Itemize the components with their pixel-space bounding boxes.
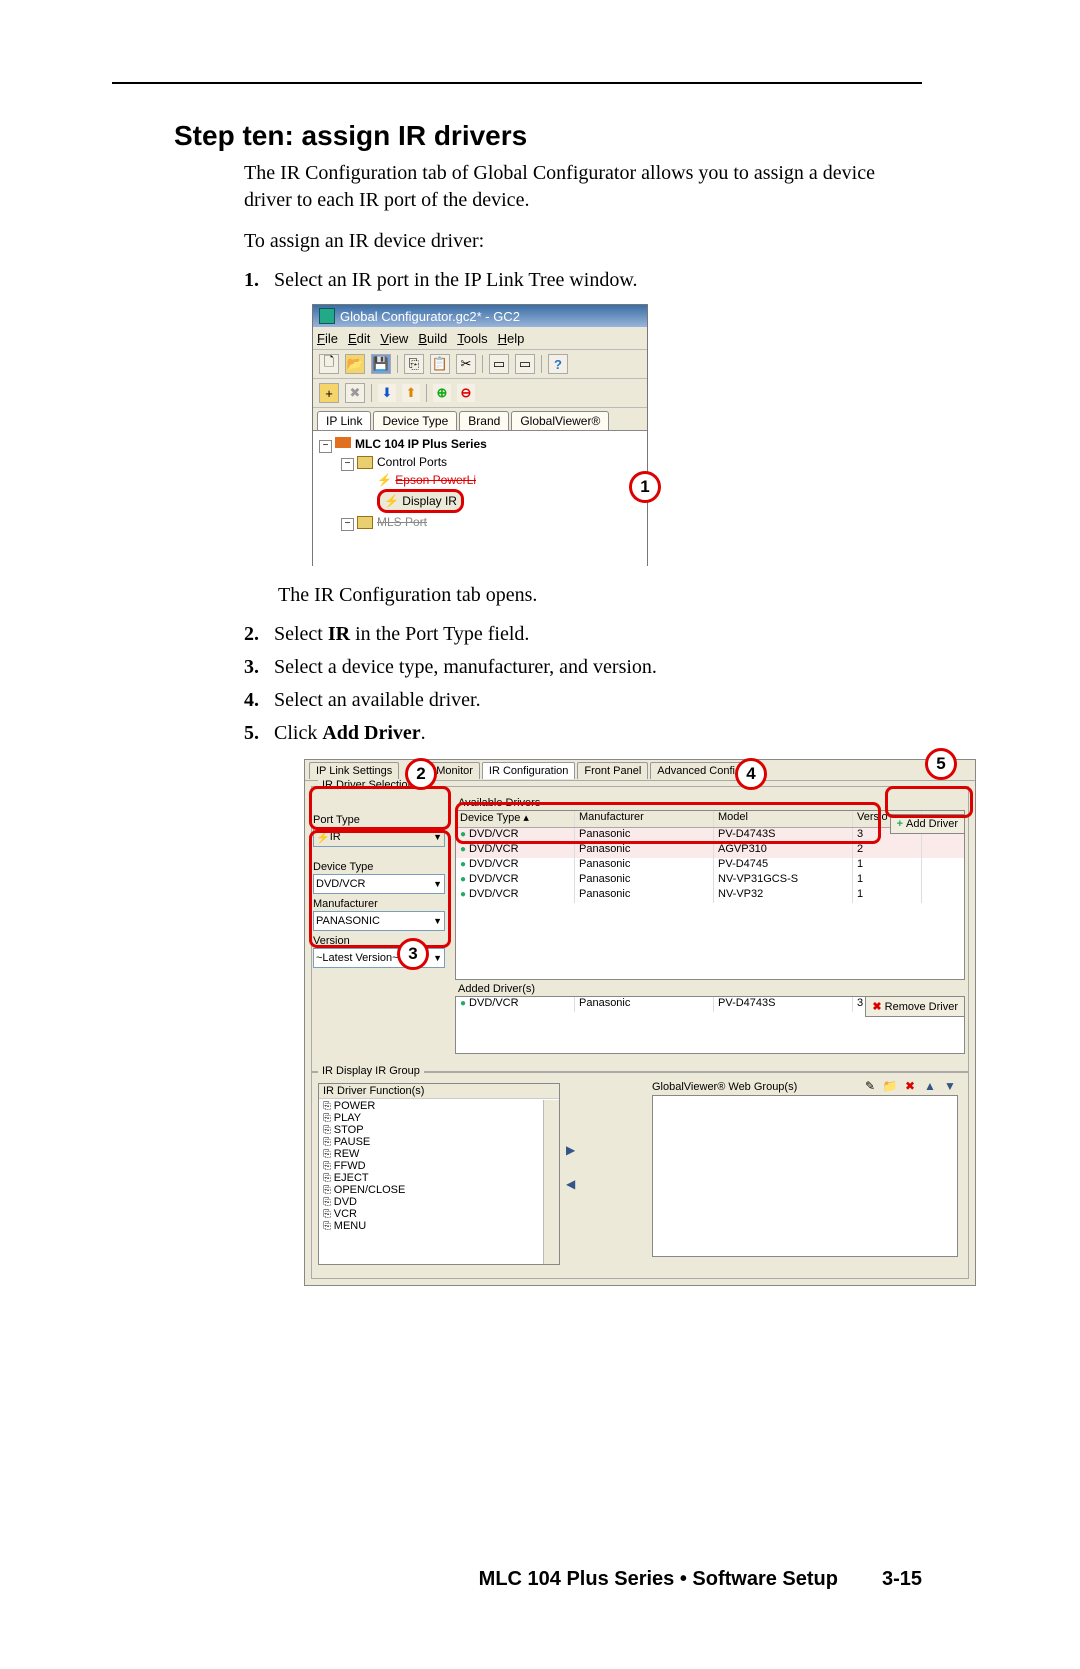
menu-file[interactable]: File (317, 331, 338, 346)
added-drivers-label: Added Driver(s) (456, 983, 537, 995)
driver-row[interactable]: ●DVD/VCRPanasonicNV-VP31GCS-S1 (456, 873, 964, 888)
menubar[interactable]: File Edit View Build Tools Help (313, 327, 647, 350)
lead-text: To assign an IR device driver: (244, 228, 909, 255)
tab-globalviewer[interactable]: GlobalViewer® (511, 411, 609, 430)
menu-edit[interactable]: Edit (348, 331, 370, 346)
menu-help[interactable]: Help (498, 331, 525, 346)
step-4: 4.Select an available driver. (244, 689, 909, 712)
step-3: 3.Select a device type, manufacturer, an… (244, 656, 909, 679)
highlight-port-type (309, 786, 451, 830)
gv-groups-list[interactable] (652, 1095, 958, 1257)
driver-row[interactable]: ●DVD/VCRPanasonicAGVP3102 (456, 843, 964, 858)
callout-1: 1 (629, 471, 661, 503)
callout-5: 5 (925, 748, 957, 780)
transfer-buttons: ▶ ◀ (566, 1143, 575, 1191)
move-up-icon[interactable]: ▲ (922, 1079, 938, 1093)
ip-link-tree[interactable]: −MLC 104 IP Plus Series −Control Ports ⚡… (313, 430, 647, 571)
footer-text: MLC 104 Plus Series • Software Setup (479, 1568, 838, 1591)
step-2: 2.Select IR in the Port Type field. (244, 623, 909, 646)
func-item[interactable]: STOP (323, 1124, 555, 1136)
screenshot-tree-window: Global Configurator.gc2* - GC2 File Edit… (312, 304, 648, 566)
func-item[interactable]: EJECT (323, 1172, 555, 1184)
window-title: Global Configurator.gc2* - GC2 (340, 309, 520, 324)
page-footer: MLC 104 Plus Series • Software Setup 3-1… (112, 1568, 922, 1591)
callout-2: 2 (405, 758, 437, 790)
cut-icon[interactable]: ✂ (456, 354, 476, 374)
add-folder-icon[interactable]: + (319, 383, 339, 403)
func-item[interactable]: PAUSE (323, 1136, 555, 1148)
plus-icon[interactable]: ⊕ (433, 384, 451, 402)
callout-4: 4 (735, 758, 767, 790)
save-icon[interactable]: 💾 (371, 354, 391, 374)
tab-ip-settings[interactable]: IP Link Settings (309, 762, 399, 779)
down-arrow-icon[interactable]: ⬇ (378, 384, 396, 402)
tab-front-panel[interactable]: Front Panel (577, 762, 648, 779)
ir-functions-list[interactable]: IR Driver Function(s) POWER PLAY STOP PA… (318, 1083, 560, 1265)
help-icon[interactable]: ? (548, 354, 568, 374)
toolbar-1: 🗋 📂 💾 ⎘ 📋 ✂ ▭ ▭ ? (313, 350, 647, 379)
window1-icon[interactable]: ▭ (489, 354, 509, 374)
paste-icon[interactable]: 📋 (430, 354, 450, 374)
minus-icon[interactable]: ⊖ (457, 384, 475, 402)
remove-icon: ✖ (872, 1000, 881, 1013)
functions-label: IR Driver Function(s) (319, 1084, 559, 1099)
ir-display-group: IR Display IR Group IR Driver Function(s… (311, 1072, 969, 1279)
highlight-add-driver (885, 786, 973, 818)
new-icon[interactable]: 🗋 (319, 354, 339, 374)
scrollbar[interactable] (543, 1100, 559, 1264)
window2-icon[interactable]: ▭ (515, 354, 535, 374)
move-right-icon[interactable]: ▶ (566, 1143, 575, 1157)
tab-ip-link[interactable]: IP Link (317, 411, 371, 430)
toolbar-2: + ✖ ⬇ ⬆ ⊕ ⊖ (313, 379, 647, 408)
driver-row[interactable]: ●DVD/VCRPanasonicPV-D47451 (456, 858, 964, 873)
delete-folder-icon[interactable]: ✖ (902, 1079, 918, 1093)
intro-text: The IR Configuration tab of Global Confi… (244, 160, 909, 214)
menu-build[interactable]: Build (418, 331, 447, 346)
tab-device-type[interactable]: Device Type (373, 411, 457, 430)
menu-view[interactable]: View (380, 331, 408, 346)
move-down-icon[interactable]: ▼ (942, 1079, 958, 1093)
remove-driver-button[interactable]: ✖Remove Driver (865, 996, 965, 1017)
screenshot-ir-config: IP Link Settings Monitor IR Configuratio… (304, 759, 976, 1286)
folder-icon[interactable]: 📁 (882, 1079, 898, 1093)
add-icon: + (897, 818, 903, 830)
gv-toolbar: ✎ 📁 ✖ ▲ ▼ (862, 1079, 958, 1093)
post-shot1-text: The IR Configuration tab opens. (278, 582, 943, 609)
tab-ir-config[interactable]: IR Configuration (482, 762, 576, 779)
delete-icon[interactable]: ✖ (345, 383, 365, 403)
func-item[interactable]: DVD (323, 1196, 555, 1208)
edit-icon[interactable]: ✎ (862, 1079, 878, 1093)
step-5: 5.Click Add Driver. (244, 722, 909, 745)
func-item[interactable]: OPEN/CLOSE (323, 1184, 555, 1196)
open-icon[interactable]: 📂 (345, 354, 365, 374)
driver-row[interactable]: ●DVD/VCRPanasonicNV-VP321 (456, 888, 964, 903)
func-item[interactable]: VCR (323, 1208, 555, 1220)
ir-group-legend: IR Display IR Group (318, 1065, 424, 1077)
display-ir-node[interactable]: ⚡ Display IR (377, 489, 464, 513)
func-item[interactable]: MENU (323, 1220, 555, 1232)
up-arrow-icon[interactable]: ⬆ (402, 384, 420, 402)
section-title: Step ten: assign IR drivers (174, 120, 922, 152)
gv-groups-label: GlobalViewer® Web Group(s) (652, 1081, 797, 1093)
tree-tabs: IP Link Device Type Brand GlobalViewer® (313, 408, 647, 430)
highlight-filters (309, 830, 451, 948)
tab-brand[interactable]: Brand (459, 411, 509, 430)
page-number: 3-15 (862, 1568, 922, 1591)
app-icon (319, 308, 335, 324)
callout-3: 3 (397, 938, 429, 970)
step-1: 1.Select an IR port in the IP Link Tree … (244, 269, 909, 292)
window-titlebar: Global Configurator.gc2* - GC2 (313, 305, 647, 327)
highlight-drivers (455, 802, 881, 844)
func-item[interactable]: PLAY (323, 1112, 555, 1124)
func-item[interactable]: FFWD (323, 1160, 555, 1172)
func-item[interactable]: POWER (323, 1100, 555, 1112)
menu-tools[interactable]: Tools (457, 331, 487, 346)
move-left-icon[interactable]: ◀ (566, 1177, 575, 1191)
copy-icon[interactable]: ⎘ (404, 354, 424, 374)
func-item[interactable]: REW (323, 1148, 555, 1160)
